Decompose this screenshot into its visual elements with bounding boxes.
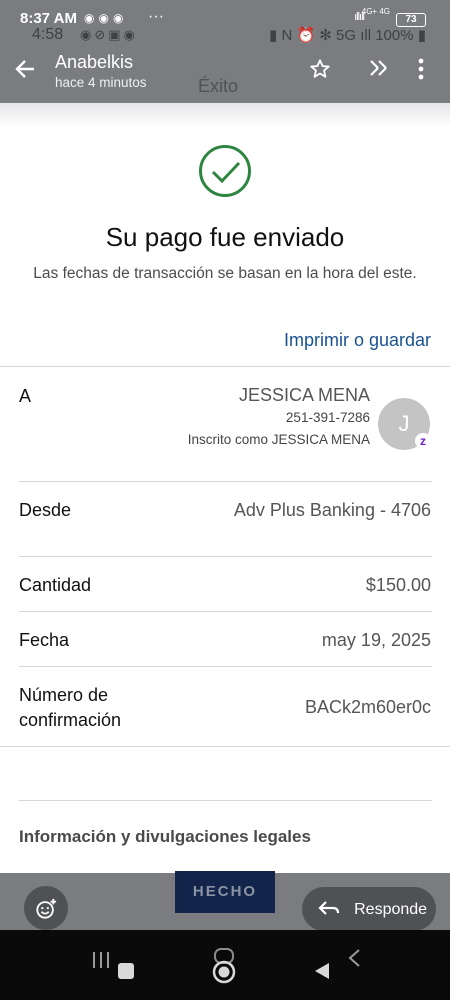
- page-title: Su pago fue enviado: [105, 222, 345, 252]
- recipient-name: JESSICA MENA: [238, 385, 370, 405]
- check-circle-icon: [199, 145, 251, 197]
- divider: [19, 481, 432, 482]
- more-vert-icon[interactable]: [417, 58, 425, 86]
- done-button[interactable]: HECHO: [175, 871, 275, 913]
- emoji-add-icon[interactable]: [24, 886, 68, 930]
- back-triangle-icon[interactable]: [313, 962, 331, 985]
- confirmation-number: BACk2m60er0c: [304, 697, 431, 717]
- message-app-bar: Anabelkis hace 4 minutos Éxito: [0, 46, 450, 103]
- reply-label: Responde: [354, 901, 428, 918]
- print-or-save-link[interactable]: Imprimir o guardar: [284, 330, 431, 351]
- to-label: A: [19, 386, 32, 406]
- from-label: Desde: [19, 500, 72, 520]
- back-chevron-icon[interactable]: [347, 948, 361, 973]
- status-time: 8:37 AM: [20, 10, 77, 27]
- battery-icon: 73: [396, 13, 426, 27]
- zelle-badge-icon: z: [415, 433, 431, 449]
- screen-title: Éxito: [198, 76, 239, 96]
- amount-label: Cantidad: [19, 575, 92, 595]
- divider: [0, 366, 450, 367]
- recipient-enrolled-as: Inscrito como JESSICA MENA: [187, 432, 370, 447]
- sender-name: Anabelkis: [55, 52, 134, 72]
- date-label: Fecha: [19, 630, 70, 650]
- message-time: hace 4 minutos: [55, 75, 147, 90]
- background-status-time: 4:58: [32, 26, 64, 43]
- confirmation-label: Número de confirmación: [19, 685, 122, 730]
- legal-info-heading[interactable]: Información y divulgaciones legales: [19, 827, 311, 847]
- back-arrow-icon[interactable]: [14, 56, 36, 87]
- timezone-note: Las fechas de transacción se basan en la…: [33, 265, 417, 282]
- divider: [19, 800, 432, 801]
- recents-icon[interactable]: [92, 950, 110, 975]
- status-more-icon: ···: [148, 8, 164, 25]
- divider: [0, 746, 450, 747]
- network-type: 4G+ 4G: [361, 7, 390, 16]
- recipient-phone: 251-391-7286: [285, 410, 370, 425]
- background-system-icons: ▮ N ⏰ ✻ 5G ıll 100% ▮: [269, 27, 426, 44]
- reply-button[interactable]: Responde: [302, 887, 436, 931]
- amount-value: $150.00: [365, 575, 431, 595]
- reply-icon: [318, 896, 346, 921]
- background-status-bar: 4:58 ◉⊘▣◉ ▮ N ⏰ ✻ 5G ıll 100% ▮: [0, 26, 450, 46]
- divider: [19, 611, 432, 612]
- background-status-icons: ◉⊘▣◉: [80, 27, 138, 42]
- date-value: may 19, 2025: [321, 630, 431, 650]
- from-account: Adv Plus Banking - 4706: [233, 500, 431, 520]
- status-app-icons: ◉◉◉: [84, 11, 128, 25]
- message-footer: HECHO Responde: [0, 871, 450, 931]
- square-icon: [117, 962, 135, 985]
- forward-icon[interactable]: [362, 56, 388, 85]
- divider: [19, 556, 432, 557]
- divider: [19, 666, 432, 667]
- home-icon[interactable]: [210, 948, 238, 989]
- content-top-shade: [0, 103, 450, 127]
- star-icon[interactable]: [309, 58, 331, 86]
- navigation-bar: [0, 930, 450, 1000]
